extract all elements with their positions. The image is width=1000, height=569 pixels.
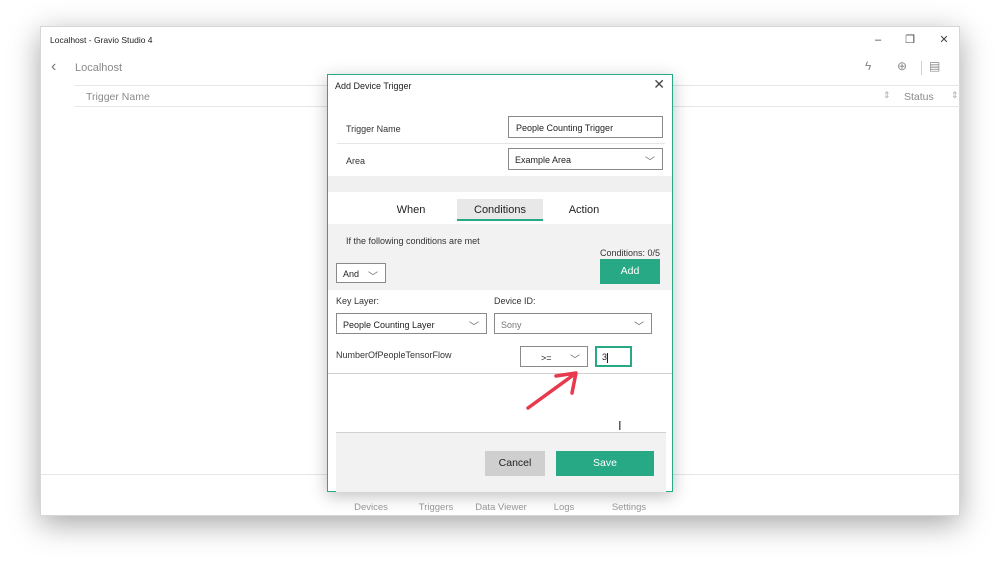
layout-icon[interactable]: ▤ [929,59,940,73]
conditions-description: If the following conditions are met [346,236,480,246]
minimize-button[interactable]: – [865,31,891,49]
trigger-tabs: When Conditions Action [328,192,672,224]
tab-action[interactable]: Action [560,199,608,221]
property-label: NumberOfPeopleTensorFlow [336,350,452,360]
dialog-header: Add Device Trigger ✕ [328,75,672,95]
key-layer-label: Key Layer: [336,296,380,306]
key-layer-select[interactable]: People Counting Layer ﹀ [336,313,487,334]
text-cursor-icon: I [618,418,622,433]
text-caret [607,352,609,363]
device-id-select[interactable]: Sony ﹀ [494,313,652,334]
conditions-count: Conditions: 0/5 [599,248,660,258]
annotation-arrow-icon [526,371,578,410]
chevron-down-icon: ﹀ [634,322,644,333]
toolbar-divider [921,61,922,75]
threshold-input[interactable]: 3 [595,346,632,367]
device-id-label: Device ID: [494,296,536,306]
chevron-down-icon: ﹀ [645,157,655,168]
chevron-down-icon: ﹀ [368,272,378,283]
screen: Localhost - Gravio Studio 4 – ❐ ✕ ‹ Loca… [0,0,1000,569]
operator-value: >= [541,353,552,363]
add-device-trigger-dialog: Add Device Trigger ✕ Trigger Name People… [327,74,673,492]
dialog-title: Add Device Trigger [335,81,412,91]
area-row: Area Example Area ﹀ [337,144,665,176]
sort-icon[interactable]: ⇕ [883,90,891,101]
trigger-name-label: Trigger Name [346,124,401,134]
window-title: Localhost - Gravio Studio 4 [50,35,153,45]
cancel-button[interactable]: Cancel [485,451,545,476]
conditions-panel: If the following conditions are met Cond… [328,224,672,290]
logic-select-value: And [343,269,360,279]
operator-select[interactable]: >= ﹀ [520,346,588,367]
chevron-left-icon[interactable]: ‹ [51,59,56,75]
area-select-value: Example Area [515,155,572,165]
trigger-name-input[interactable]: People Counting Trigger [508,116,663,138]
tab-conditions[interactable]: Conditions [457,199,543,221]
title-bar: Localhost - Gravio Studio 4 – ❐ ✕ [41,27,959,53]
restore-button[interactable]: ❐ [897,31,923,49]
column-status[interactable]: Status [904,91,934,103]
tab-when[interactable]: When [391,199,431,221]
save-button[interactable]: Save [556,451,654,476]
conditions-separator [328,373,672,374]
chevron-down-icon: ﹀ [570,355,580,366]
trigger-name-row: Trigger Name People Counting Trigger [337,112,665,144]
dialog-footer: Cancel Save [336,432,666,492]
device-id-value: Sony [501,320,522,330]
add-condition-button[interactable]: Add [600,259,660,284]
chevron-down-icon: ﹀ [469,322,479,333]
sort-icon[interactable]: ⇕ [951,90,959,101]
add-trigger-icon[interactable]: ϟ [865,59,871,73]
key-layer-value: People Counting Layer [343,320,435,330]
section-divider [328,176,672,192]
close-window-button[interactable]: ✕ [931,31,957,49]
close-icon[interactable]: ✕ [653,77,665,91]
column-trigger-name[interactable]: Trigger Name [86,91,150,103]
add-search-icon[interactable]: ⊕ [897,59,907,73]
server-title: Localhost [75,62,123,74]
logic-select[interactable]: And ﹀ [336,263,386,283]
area-label: Area [346,156,366,166]
area-select[interactable]: Example Area ﹀ [508,148,663,170]
